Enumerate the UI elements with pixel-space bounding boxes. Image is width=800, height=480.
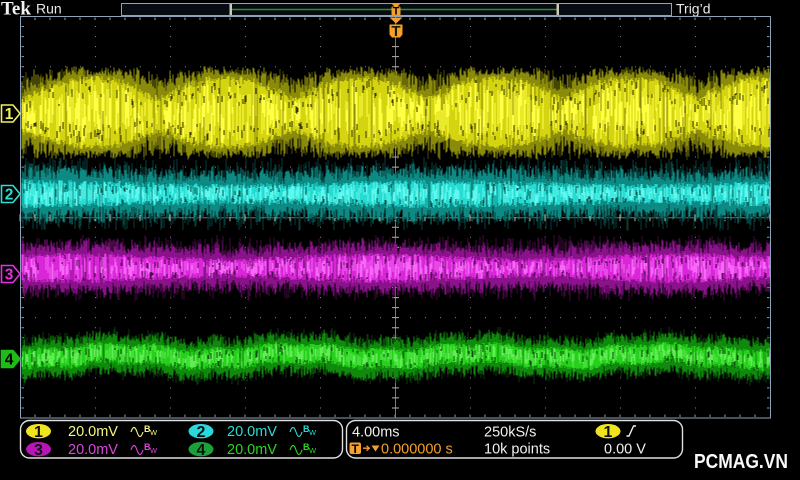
svg-text:T: T [391,23,400,40]
svg-text:2: 2 [5,187,14,204]
svg-text:2: 2 [197,424,206,441]
svg-text:4.00ms: 4.00ms [352,425,400,441]
svg-text:20.0mV: 20.0mV [68,424,118,440]
svg-text:T: T [393,6,400,18]
svg-text:20.0mV: 20.0mV [227,424,277,440]
svg-text:W: W [309,446,317,455]
svg-text:Trig’d: Trig’d [676,1,711,17]
svg-text:1: 1 [34,424,43,441]
svg-text:0.00 V: 0.00 V [604,442,646,458]
svg-text:20.0mV: 20.0mV [227,442,277,458]
svg-text:T: T [352,442,360,456]
svg-text:3: 3 [34,442,43,459]
svg-text:Run: Run [36,1,62,17]
svg-text:W: W [150,446,158,455]
svg-text:W: W [150,428,158,437]
svg-text:250kS/s: 250kS/s [484,425,536,441]
svg-text:PCMAG.VN: PCMAG.VN [694,451,788,473]
svg-text:3: 3 [5,267,14,284]
svg-text:W: W [309,428,317,437]
svg-text:4: 4 [197,442,206,459]
svg-text:1: 1 [5,106,14,123]
svg-text:1: 1 [604,424,613,441]
svg-text:0.000000 s: 0.000000 s [381,442,453,458]
svg-text:10k points: 10k points [484,442,550,458]
svg-text:4: 4 [5,352,14,369]
svg-text:20.0mV: 20.0mV [68,442,118,458]
